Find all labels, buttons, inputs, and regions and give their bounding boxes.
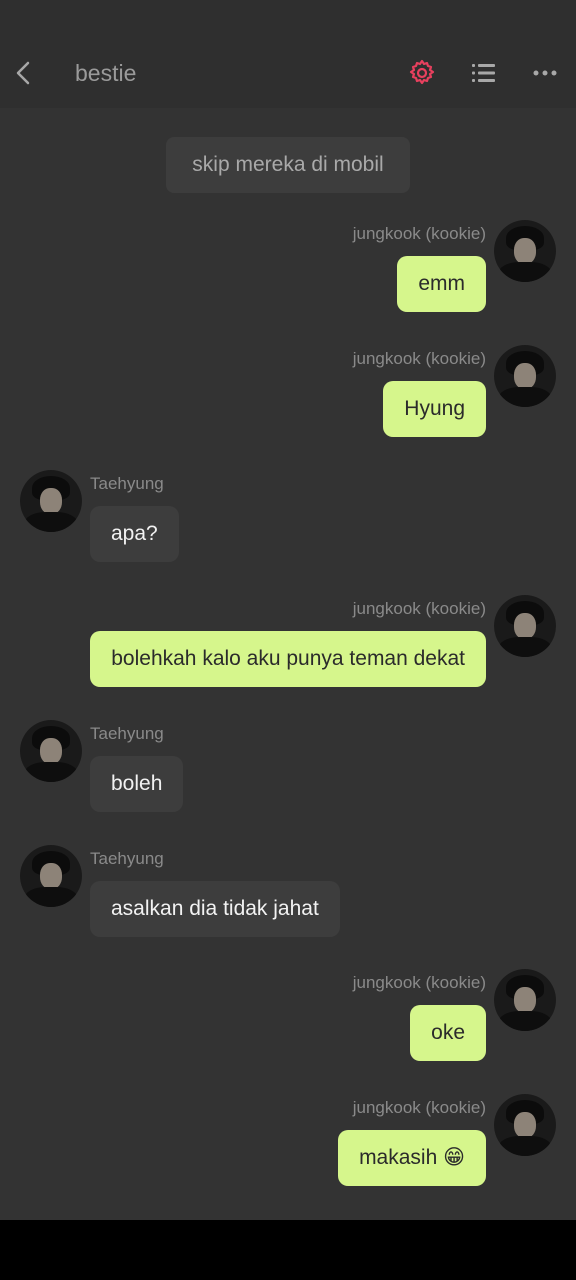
top-bar: bestie — [0, 0, 576, 108]
message-bubble[interactable]: oke — [410, 1005, 486, 1061]
sender-name: jungkook (kookie) — [352, 599, 486, 618]
message-bubble[interactable]: makasih 😁 — [338, 1130, 486, 1186]
sender-name: jungkook (kookie) — [352, 224, 486, 243]
sender-name: jungkook (kookie) — [352, 1098, 486, 1117]
message-bubble[interactable]: apa? — [90, 506, 179, 562]
chevron-left-icon[interactable] — [10, 58, 38, 88]
avatar[interactable] — [494, 969, 556, 1031]
avatar[interactable] — [494, 220, 556, 282]
message-bubble[interactable]: asalkan dia tidak jahat — [90, 881, 340, 937]
sender-name: Taehyung — [90, 474, 164, 493]
sender-name: jungkook (kookie) — [352, 973, 486, 992]
message-bubble[interactable]: bolehkah kalo aku punya teman dekat — [90, 631, 486, 687]
list-icon[interactable] — [469, 58, 499, 88]
avatar[interactable] — [20, 845, 82, 907]
message-bubble[interactable]: boleh — [90, 756, 184, 812]
sender-name: Taehyung — [90, 849, 164, 868]
avatar[interactable] — [494, 595, 556, 657]
message-bubble[interactable]: Hyung — [383, 381, 486, 437]
sender-name: jungkook (kookie) — [352, 349, 486, 368]
message-bubble[interactable]: emm — [397, 256, 486, 312]
system-navigation-bar — [0, 1220, 576, 1280]
avatar[interactable] — [20, 470, 82, 532]
sender-name: Taehyung — [90, 724, 164, 743]
system-message: skip mereka di mobil — [166, 137, 410, 193]
gear-icon[interactable] — [407, 58, 437, 88]
more-horizontal-icon[interactable] — [530, 58, 560, 88]
avatar[interactable] — [494, 1094, 556, 1156]
chat-title: bestie — [75, 60, 137, 86]
avatar[interactable] — [20, 720, 82, 782]
avatar[interactable] — [494, 345, 556, 407]
